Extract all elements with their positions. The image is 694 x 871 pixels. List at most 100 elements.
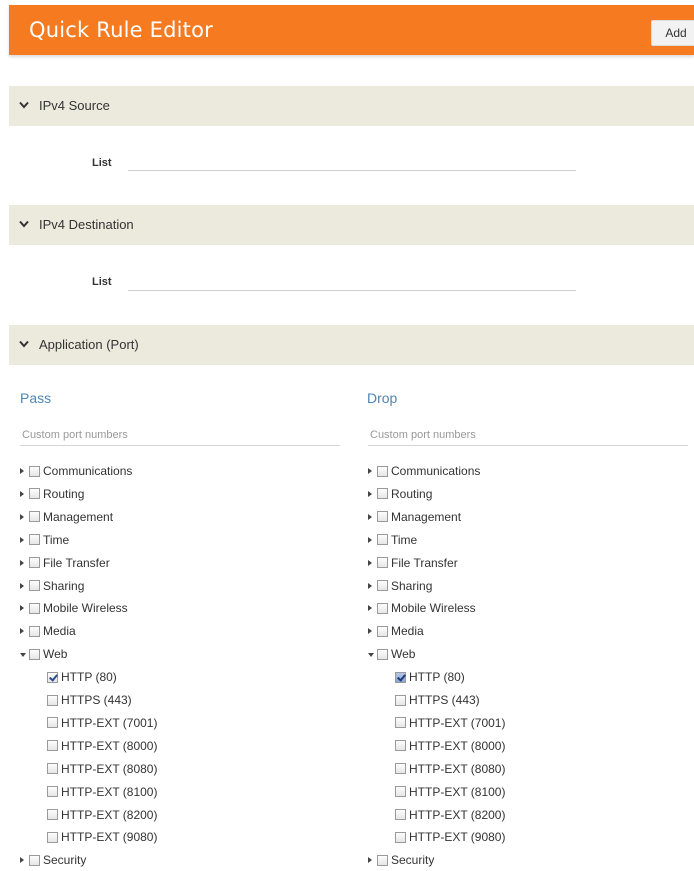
- expand-toggle[interactable]: [20, 536, 29, 543]
- category-checkbox[interactable]: [377, 625, 388, 637]
- port-checkbox[interactable]: [395, 740, 406, 752]
- section-ipv4-destination[interactable]: IPv4 Destination: [9, 205, 694, 245]
- port-checkbox[interactable]: [395, 694, 406, 706]
- port-checkbox[interactable]: [47, 740, 58, 752]
- port-label: HTTP-EXT (8000): [61, 738, 158, 753]
- category-checkbox[interactable]: [377, 511, 388, 523]
- port-label: HTTP-EXT (8080): [61, 761, 158, 776]
- category-label: Time: [391, 532, 418, 547]
- section-application-port[interactable]: Application (Port): [9, 325, 694, 365]
- category-checkbox[interactable]: [29, 625, 40, 637]
- tree-item: Web: [20, 646, 67, 662]
- expand-toggle[interactable]: [368, 857, 377, 864]
- section-label: Application (Port): [39, 337, 139, 352]
- expand-toggle[interactable]: [368, 513, 377, 520]
- port-checkbox[interactable]: [47, 717, 58, 729]
- category-checkbox[interactable]: [29, 534, 40, 546]
- drop-custom-ports-input[interactable]: [368, 425, 688, 446]
- pass-custom-ports-input[interactable]: [20, 425, 340, 446]
- destination-list-input[interactable]: [128, 290, 576, 291]
- destination-list-label: List: [92, 276, 112, 288]
- expand-toggle[interactable]: [368, 559, 377, 566]
- expand-toggle[interactable]: [20, 513, 29, 520]
- expand-toggle-open[interactable]: [20, 651, 29, 658]
- port-checkbox[interactable]: [395, 717, 406, 729]
- category-checkbox[interactable]: [377, 580, 388, 591]
- section-ipv4-source[interactable]: IPv4 Source: [9, 86, 694, 126]
- source-list-input[interactable]: [128, 170, 576, 171]
- category-checkbox[interactable]: [29, 511, 40, 523]
- category-label: Mobile Wireless: [43, 601, 128, 616]
- port-checkbox[interactable]: [395, 809, 406, 820]
- category-checkbox[interactable]: [377, 602, 388, 614]
- tree-item: Sharing: [368, 578, 432, 594]
- tree-subitem: HTTP-EXT (9080): [47, 829, 157, 845]
- port-checkbox[interactable]: [47, 831, 58, 843]
- caret-right-icon: [368, 582, 372, 589]
- category-checkbox[interactable]: [29, 648, 40, 660]
- port-checkbox[interactable]: [395, 786, 406, 798]
- tree-item: Security: [368, 852, 434, 868]
- category-label: Mobile Wireless: [391, 601, 476, 616]
- add-button[interactable]: Add: [651, 20, 694, 46]
- category-checkbox[interactable]: [29, 854, 40, 866]
- category-label: Sharing: [391, 578, 433, 593]
- port-checkbox[interactable]: [47, 694, 58, 706]
- category-checkbox[interactable]: [377, 557, 388, 569]
- expand-toggle[interactable]: [368, 605, 377, 612]
- category-label: Communications: [43, 464, 133, 478]
- caret-right-icon: [20, 468, 24, 474]
- expand-toggle[interactable]: [20, 582, 29, 589]
- port-label: HTTP-EXT (8200): [409, 807, 506, 822]
- category-checkbox[interactable]: [29, 465, 40, 477]
- category-checkbox[interactable]: [377, 488, 388, 500]
- category-label: Management: [391, 509, 462, 524]
- port-label: HTTP-EXT (8080): [409, 761, 506, 776]
- port-checkbox[interactable]: [395, 671, 406, 683]
- tree-item: Communications: [20, 463, 132, 479]
- caret-right-icon: [368, 628, 372, 635]
- port-label: HTTPS (443): [61, 693, 132, 707]
- tree-item: File Transfer: [20, 555, 110, 571]
- port-label: HTTP-EXT (8100): [409, 784, 506, 799]
- category-checkbox[interactable]: [377, 648, 388, 660]
- category-label: Routing: [43, 486, 85, 501]
- category-checkbox[interactable]: [377, 854, 388, 866]
- expand-toggle[interactable]: [20, 468, 29, 474]
- port-checkbox[interactable]: [47, 786, 58, 798]
- expand-toggle[interactable]: [368, 582, 377, 589]
- category-checkbox[interactable]: [29, 580, 40, 591]
- category-checkbox[interactable]: [29, 488, 40, 500]
- port-checkbox[interactable]: [47, 671, 58, 683]
- expand-toggle[interactable]: [20, 628, 29, 635]
- caret-right-icon: [20, 628, 24, 635]
- port-label: HTTP-EXT (9080): [409, 830, 506, 845]
- category-checkbox[interactable]: [377, 465, 388, 477]
- caret-right-icon: [368, 559, 372, 566]
- expand-toggle[interactable]: [20, 857, 29, 864]
- expand-toggle[interactable]: [20, 490, 29, 497]
- caret-right-icon: [20, 582, 24, 589]
- category-checkbox[interactable]: [377, 534, 388, 546]
- port-checkbox[interactable]: [395, 763, 406, 775]
- section-label: IPv4 Destination: [39, 217, 134, 232]
- category-checkbox[interactable]: [29, 557, 40, 569]
- category-checkbox[interactable]: [29, 602, 40, 614]
- expand-toggle[interactable]: [20, 605, 29, 612]
- expand-toggle[interactable]: [368, 628, 377, 635]
- port-checkbox[interactable]: [47, 809, 58, 820]
- caret-down-icon: [20, 653, 26, 658]
- expand-toggle-open[interactable]: [368, 651, 377, 658]
- tree-item: Mobile Wireless: [20, 600, 128, 616]
- tree-item: Routing: [20, 486, 84, 502]
- source-list-label: List: [92, 157, 112, 169]
- drop-column-title: Drop: [367, 390, 398, 406]
- tree-subitem: HTTP (80): [47, 669, 117, 685]
- expand-toggle[interactable]: [20, 559, 29, 566]
- expand-toggle[interactable]: [368, 536, 377, 543]
- port-checkbox[interactable]: [395, 831, 406, 843]
- port-checkbox[interactable]: [47, 763, 58, 775]
- expand-toggle[interactable]: [368, 468, 377, 474]
- caret-right-icon: [368, 468, 372, 474]
- expand-toggle[interactable]: [368, 490, 377, 497]
